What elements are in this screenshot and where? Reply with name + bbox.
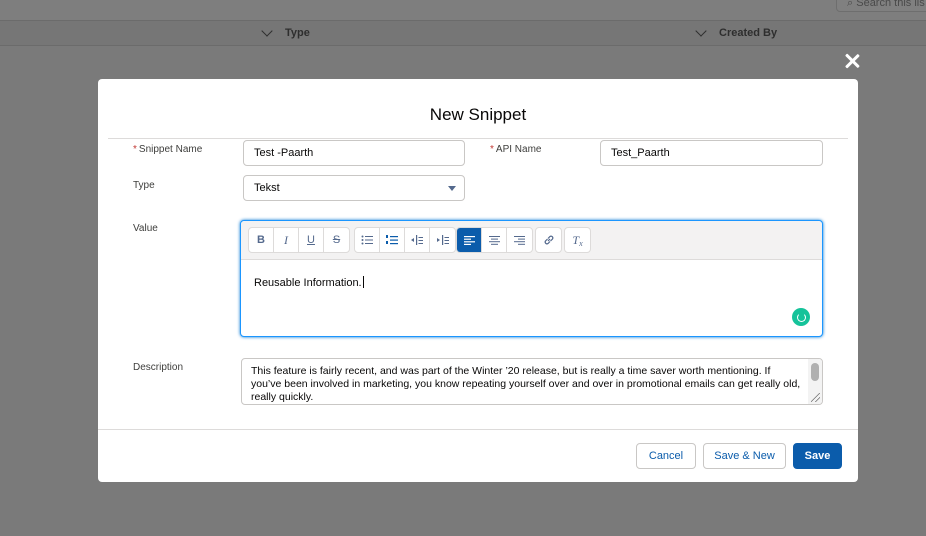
text-cursor <box>362 276 364 288</box>
description-textarea[interactable]: This feature is fairly recent, and was p… <box>241 358 823 405</box>
chevron-down-icon <box>448 186 456 191</box>
type-label: Type <box>133 180 155 191</box>
clear-formatting-subscript: x <box>579 238 583 248</box>
scrollbar-thumb[interactable] <box>811 363 819 381</box>
indent-icon <box>436 235 449 245</box>
header-divider <box>108 138 848 139</box>
close-icon[interactable] <box>842 51 862 71</box>
align-group <box>456 227 533 253</box>
list-group <box>354 227 456 253</box>
new-snippet-modal: New Snippet * Snippet Name Test -Paarth *… <box>98 79 858 482</box>
required-marker: * <box>490 144 494 155</box>
column-created-by: Created By <box>695 25 778 39</box>
save-and-new-button[interactable]: Save & New <box>703 443 786 469</box>
align-right-icon <box>514 235 525 245</box>
link-group <box>535 227 562 253</box>
resize-handle-icon[interactable] <box>811 393 820 402</box>
column-created-by-label: Created By <box>719 27 778 39</box>
save-button[interactable]: Save <box>793 443 842 469</box>
align-right-button[interactable] <box>507 228 532 252</box>
chevron-down-icon <box>261 25 273 37</box>
italic-button[interactable]: I <box>274 228 299 252</box>
snippet-name-label: * Snippet Name <box>133 144 202 155</box>
snippet-name-value: Test -Paarth <box>254 147 314 159</box>
clear-group: Tx <box>564 227 591 253</box>
cancel-button[interactable]: Cancel <box>636 443 696 469</box>
column-type: Type <box>261 25 310 39</box>
indent-button[interactable] <box>430 228 455 252</box>
grammarly-icon[interactable] <box>792 308 810 326</box>
strikethrough-icon: S <box>332 234 341 246</box>
column-type-label: Type <box>285 27 310 39</box>
numbered-list-button[interactable] <box>380 228 405 252</box>
insert-link-button[interactable] <box>536 228 561 252</box>
clear-formatting-button[interactable]: Tx <box>565 228 590 252</box>
strikethrough-button[interactable]: S <box>324 228 349 252</box>
editor-content-text: Reusable Information. <box>254 277 362 289</box>
api-name-label-text: API Name <box>495 144 542 155</box>
outdent-icon <box>411 235 423 245</box>
editor-content[interactable]: Reusable Information. <box>254 276 364 289</box>
list-header: Type Created By <box>0 20 926 46</box>
bulleted-list-button[interactable] <box>355 228 380 252</box>
link-icon <box>544 235 553 245</box>
description-label: Description <box>133 362 184 373</box>
rich-text-editor[interactable]: B I U S T x Reusable Information. <box>240 220 823 337</box>
align-center-icon <box>488 235 500 245</box>
background-top-bar <box>0 0 926 20</box>
search-icon: ⌕ <box>847 0 854 9</box>
footer-divider <box>98 429 858 430</box>
value-label: Value <box>133 223 158 234</box>
align-left-icon <box>463 235 475 245</box>
underline-icon: U <box>307 234 315 246</box>
chevron-down-icon <box>695 25 707 37</box>
format-group: B I U S <box>248 227 350 253</box>
required-marker: * <box>133 144 137 155</box>
bold-icon: B <box>257 234 265 246</box>
numbered-list-icon <box>386 235 398 245</box>
api-name-label: * API Name <box>490 144 541 155</box>
editor-toolbar: B I U S T x <box>241 221 822 260</box>
type-select[interactable]: Tekst <box>243 175 465 201</box>
snippet-name-field[interactable]: Test -Paarth <box>243 140 465 166</box>
description-value: This feature is fairly recent, and was p… <box>251 365 801 403</box>
bulleted-list-icon <box>361 235 373 245</box>
background-search-input: ⌕ Search this lis <box>836 0 926 12</box>
snippet-name-label-text: Snippet Name <box>138 144 203 155</box>
italic-icon: I <box>284 232 288 247</box>
outdent-button[interactable] <box>405 228 430 252</box>
modal-title: New Snippet <box>429 105 527 124</box>
type-value: Tekst <box>254 182 280 194</box>
api-name-value: Test_Paarth <box>611 147 670 159</box>
underline-button[interactable]: U <box>299 228 324 252</box>
align-center-button[interactable] <box>482 228 507 252</box>
search-placeholder: Search this lis <box>856 0 925 9</box>
bold-button[interactable]: B <box>249 228 274 252</box>
api-name-field[interactable]: Test_Paarth <box>600 140 823 166</box>
align-left-button[interactable] <box>457 228 482 252</box>
